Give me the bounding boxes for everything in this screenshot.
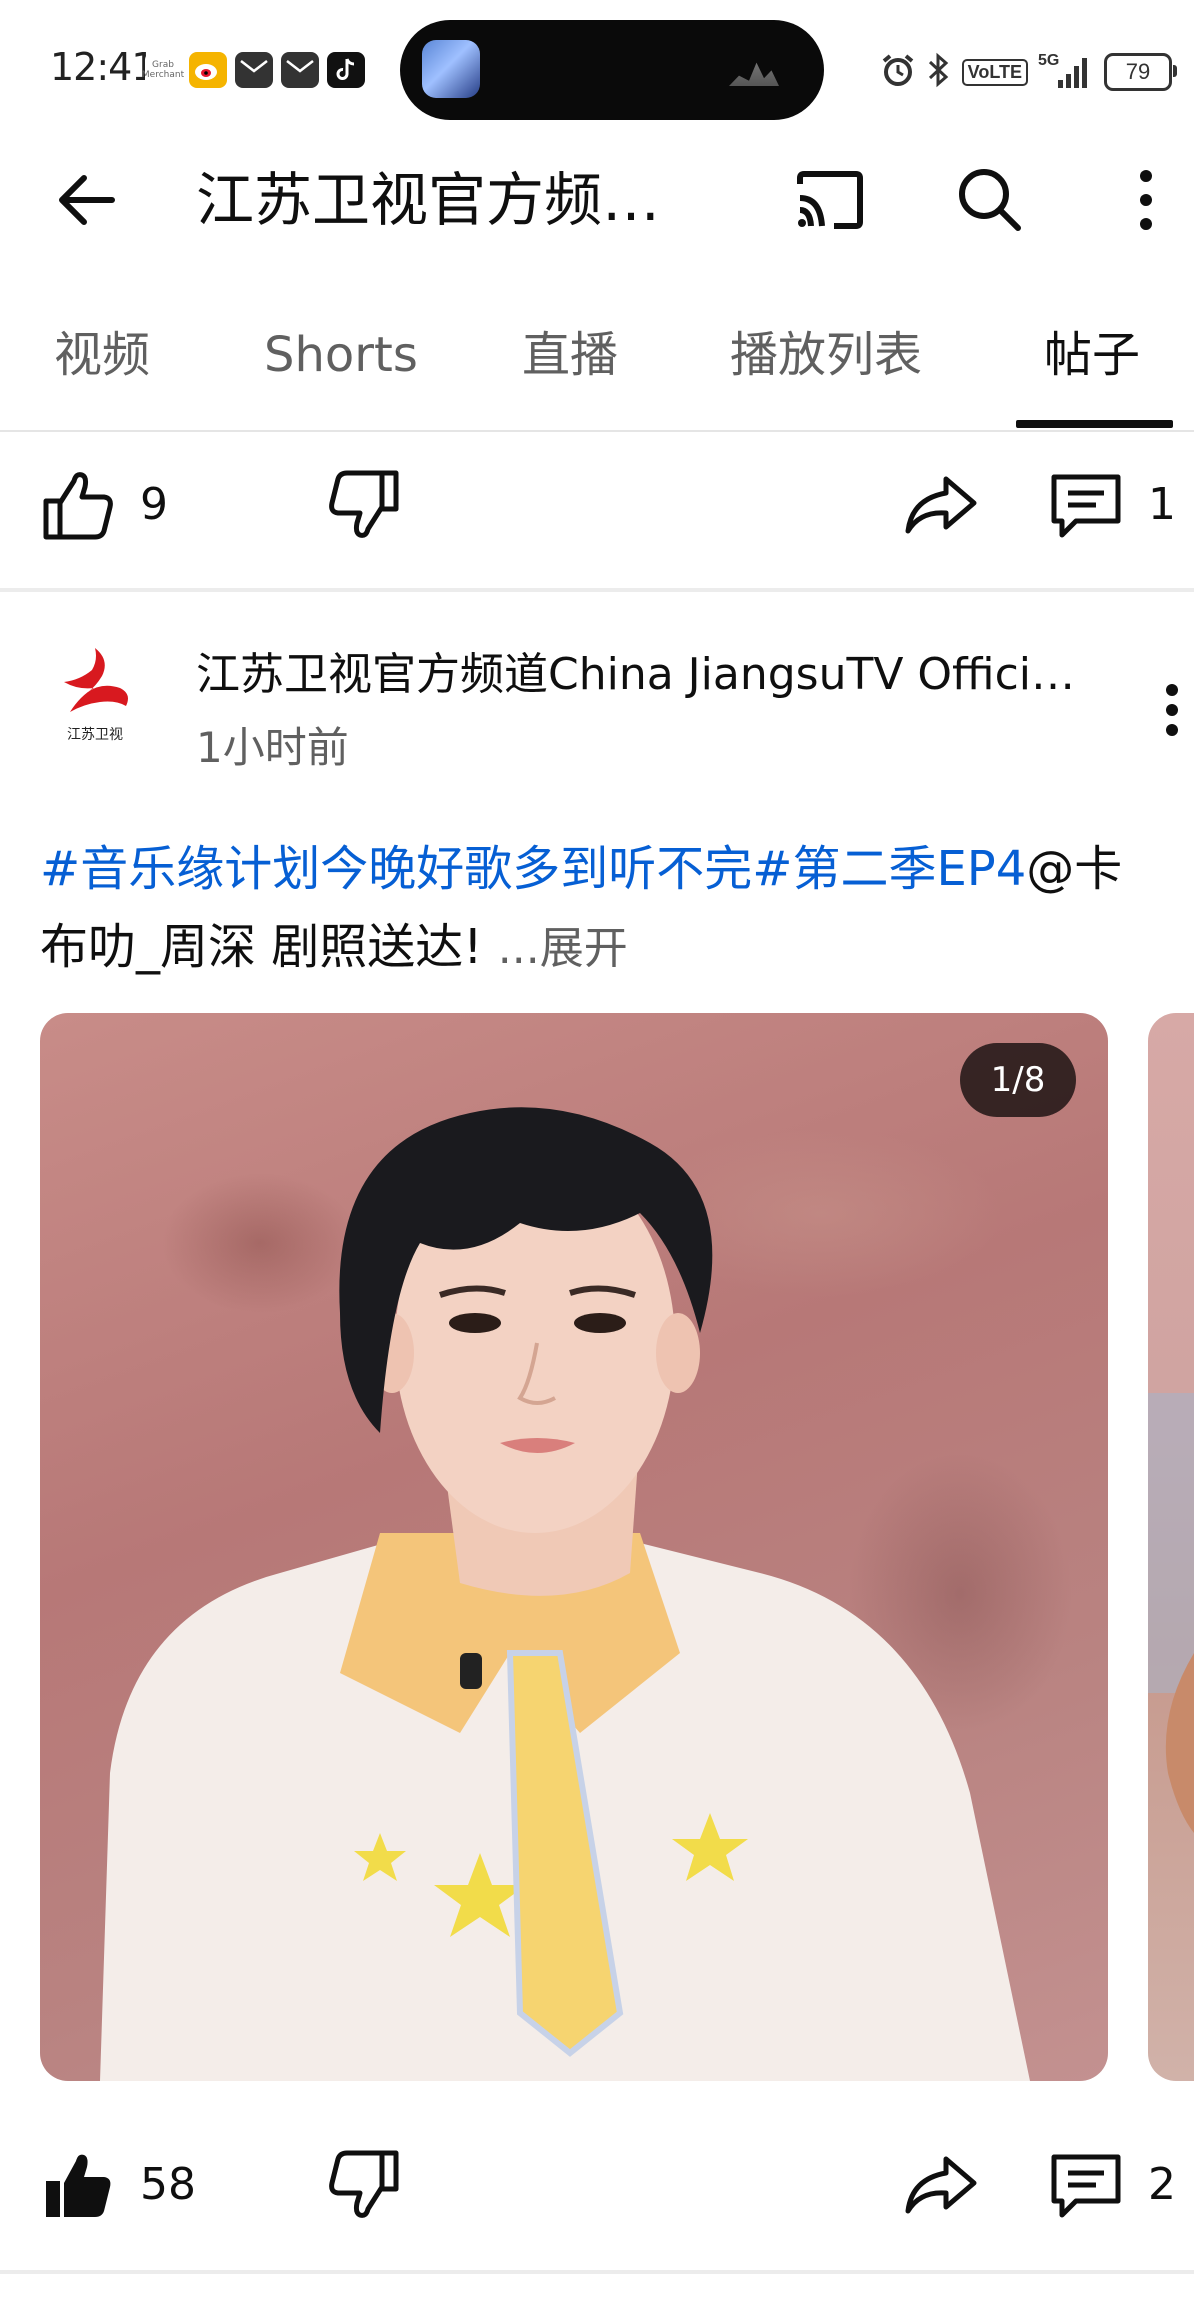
comment-button[interactable] — [1046, 2145, 1126, 2225]
search-icon — [959, 169, 1021, 231]
active-tab-indicator — [1016, 420, 1173, 428]
notification-icons: Grab Merchant — [142, 50, 365, 90]
grab-merchant-icon: Grab Merchant — [142, 52, 184, 88]
share-icon — [905, 2156, 977, 2214]
like-count: 58 — [140, 2159, 196, 2210]
tab-live[interactable]: 直播 — [522, 290, 618, 428]
avatar-label: 江苏卫视 — [67, 727, 123, 743]
tiktok-icon — [327, 52, 365, 88]
post-text: #音乐缘计划今晚好歌多到听不完#第二季EP4@卡布叻_周深 剧照送达! ...展… — [40, 830, 1170, 988]
tab-playlists[interactable]: 播放列表 — [730, 290, 922, 428]
volte-label: VoLTE — [961, 58, 1028, 86]
thumbs-up-icon — [43, 472, 113, 540]
post-author[interactable]: 江苏卫视官方频道China JiangsuTV Offici… — [196, 645, 1086, 705]
audio-waveform-icon — [729, 62, 779, 86]
comment-icon — [1051, 474, 1121, 538]
battery-indicator: 79 — [1104, 53, 1177, 91]
post-more-button[interactable] — [1140, 660, 1194, 760]
hashtag-link[interactable]: #音乐缘计划今晚好歌多到听不完 — [40, 841, 752, 897]
share-button[interactable] — [900, 465, 980, 545]
battery-level: 79 — [1125, 59, 1151, 84]
expand-link[interactable]: ...展开 — [498, 923, 628, 974]
previous-post-actions: 9 1 — [0, 430, 1194, 580]
status-bar: 12:41 Grab Merchant VoLTE 5G 79 — [0, 0, 1194, 135]
next-image-preview[interactable] — [1148, 1013, 1194, 2081]
mail-icon — [281, 52, 319, 88]
more-vertical-icon — [1140, 170, 1152, 230]
camera-cutout — [400, 20, 824, 120]
back-button[interactable] — [50, 160, 130, 240]
like-button[interactable] — [40, 2145, 120, 2225]
tab-posts[interactable]: 帖子 — [1044, 290, 1140, 428]
post-body: 剧照送达! — [256, 919, 483, 975]
next-photo-fragment — [1148, 1393, 1194, 1833]
like-count: 9 — [140, 479, 168, 530]
post-time: 1小时前 — [196, 723, 349, 772]
system-icons: VoLTE 5G 79 — [880, 50, 1177, 94]
weibo-icon — [189, 52, 227, 88]
bluetooth-icon — [926, 52, 952, 92]
comment-button[interactable] — [1046, 465, 1126, 545]
app-bar: 江苏卫视官方频… — [0, 135, 1194, 265]
like-button[interactable] — [40, 465, 120, 545]
post-divider — [0, 588, 1194, 592]
post-divider — [0, 2270, 1194, 2274]
media-thumbnail-icon — [422, 40, 480, 98]
share-button[interactable] — [900, 2145, 980, 2225]
back-arrow-icon — [59, 175, 115, 225]
mail-icon — [235, 52, 273, 88]
search-button[interactable] — [950, 160, 1030, 240]
tab-videos[interactable]: 视频 — [54, 290, 150, 428]
thumbs-down-icon — [329, 470, 399, 538]
hashtag-link[interactable]: #第二季EP4 — [752, 841, 1026, 897]
portrait-photo — [100, 1107, 1030, 2081]
cast-icon — [797, 171, 863, 229]
comment-count: 2 — [1148, 2159, 1176, 2210]
alarm-icon — [880, 52, 916, 92]
dislike-button[interactable] — [322, 2145, 402, 2225]
more-options-button[interactable] — [1108, 160, 1188, 240]
channel-title: 江苏卫视官方频… — [196, 166, 661, 234]
share-icon — [905, 476, 977, 534]
cast-button[interactable] — [790, 160, 870, 240]
channel-tabs: 视频 Shorts 直播 播放列表 帖子 — [0, 290, 1194, 432]
post-image[interactable]: 1/8 — [40, 1013, 1108, 2081]
dislike-button[interactable] — [322, 465, 402, 545]
channel-avatar[interactable]: 江苏卫视 — [40, 640, 150, 750]
signal-icon: 5G — [1038, 52, 1094, 92]
status-time: 12:41 — [50, 45, 156, 89]
post-actions: 58 2 — [0, 2110, 1194, 2260]
comment-icon — [1051, 2154, 1121, 2218]
comment-count: 1 — [1148, 479, 1176, 530]
more-vertical-icon — [1166, 684, 1178, 736]
jiangsu-tv-logo-icon — [64, 648, 128, 712]
tab-shorts[interactable]: Shorts — [264, 290, 418, 428]
thumbs-down-icon — [329, 2150, 399, 2218]
thumbs-up-filled-icon — [46, 2154, 111, 2217]
image-page-counter: 1/8 — [960, 1043, 1076, 1117]
